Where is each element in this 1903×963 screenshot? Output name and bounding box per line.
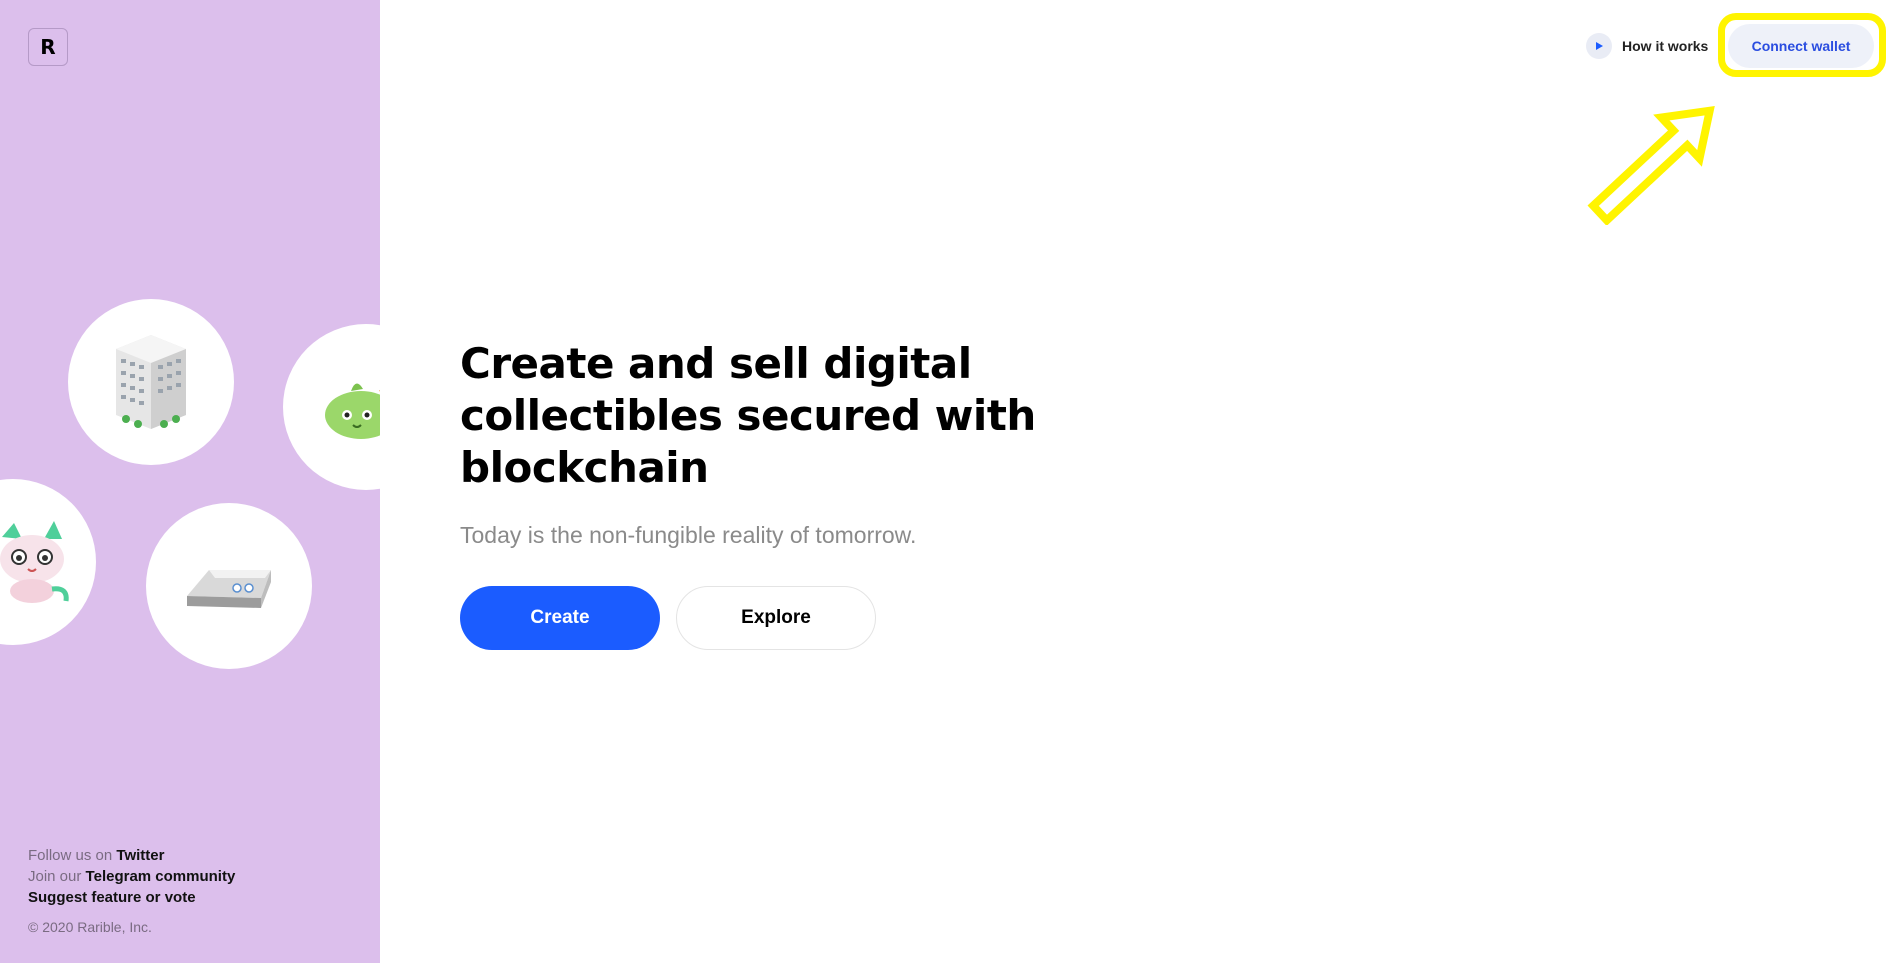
twitter-link[interactable]: Twitter: [116, 847, 164, 864]
rarible-logo[interactable]: R: [28, 28, 68, 66]
building-icon: [116, 335, 186, 429]
explore-button[interactable]: Explore: [676, 586, 876, 650]
collectible-cat-circle: [0, 479, 96, 645]
copyright-text: © 2020 Rarible, Inc.: [28, 919, 152, 935]
collectible-building-circle: [68, 299, 234, 465]
sidebar-footer-links: Follow us on Twitter Join our Telegram c…: [28, 845, 235, 908]
how-it-works-button[interactable]: How it works: [1586, 32, 1708, 60]
annotation-arrow-icon: [1587, 105, 1715, 225]
collectible-silver-bar-circle: [146, 503, 312, 669]
suggest-line: Suggest feature or vote: [28, 887, 235, 908]
follow-line: Follow us on Twitter: [28, 845, 235, 866]
hero-title: Create and sell digital collectibles sec…: [460, 339, 1036, 492]
join-line: Join our Telegram community: [28, 866, 235, 887]
suggest-feature-link[interactable]: Suggest feature or vote: [28, 889, 196, 906]
collectible-creature-circle: [283, 324, 380, 490]
play-icon: [1586, 33, 1612, 59]
how-it-works-label: How it works: [1622, 38, 1709, 54]
connect-wallet-button[interactable]: Connect wallet: [1728, 24, 1874, 68]
create-button[interactable]: Create: [460, 586, 660, 650]
hero-subtitle: Today is the non-fungible reality of tom…: [460, 522, 917, 548]
telegram-link[interactable]: Telegram community: [86, 868, 236, 885]
logo-letter: R: [40, 35, 56, 59]
join-prefix: Join our: [28, 868, 82, 885]
follow-prefix: Follow us on: [28, 847, 113, 864]
cat-creature-icon: [0, 521, 69, 603]
sidebar-panel: R Follow us on Twitter Join our Telegram…: [0, 0, 380, 963]
silver-bar-icon: [187, 570, 271, 608]
axie-creature-icon: [325, 383, 380, 439]
